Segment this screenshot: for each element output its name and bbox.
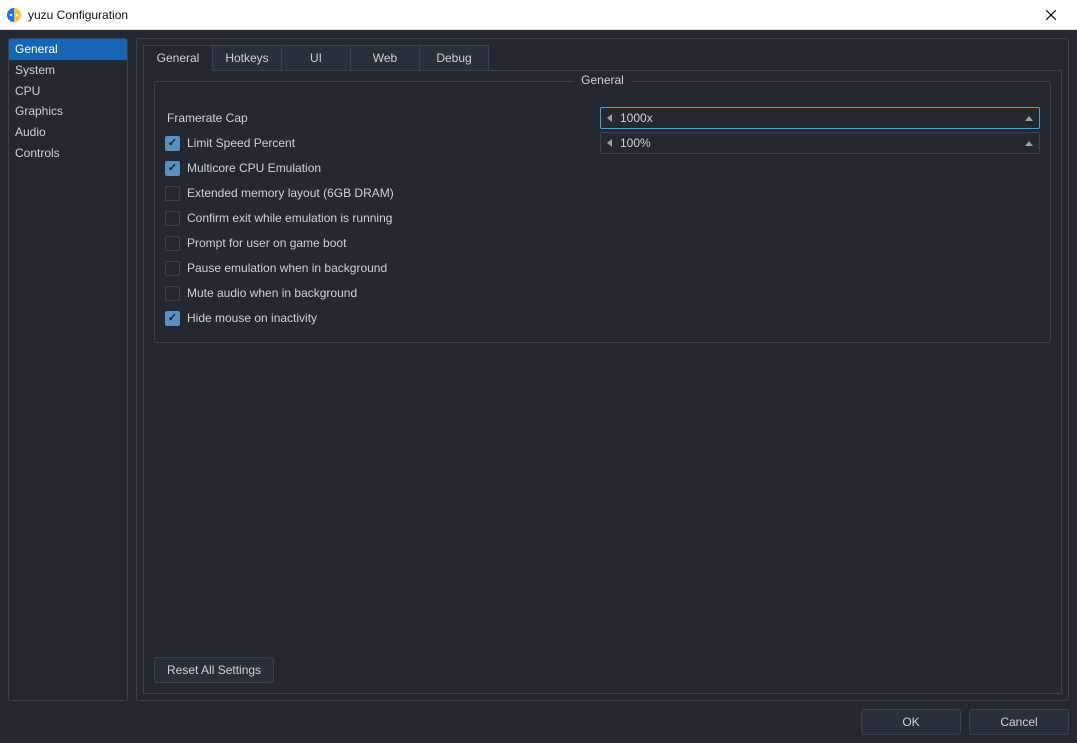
check-icon: ✓ [168,163,177,174]
window-title: yuzu Configuration [28,8,1031,22]
combo-value: 100% [620,136,1025,150]
row-prompt-user: ✓ Prompt for user on game boot [165,232,1040,254]
tab-ui[interactable]: UI [281,45,351,71]
sidebar-item-controls[interactable]: Controls [9,143,127,164]
row-multicore: ✓ Multicore CPU Emulation [165,157,1040,179]
sidebar-item-label: System [15,63,55,77]
sidebar-item-graphics[interactable]: Graphics [9,101,127,122]
panel-bottom: Reset All Settings [154,657,1051,683]
row-pause-bg: ✓ Pause emulation when in background [165,257,1040,279]
row-framerate-cap: Framerate Cap 1000x [165,107,1040,129]
limit-speed-checkbox[interactable]: ✓ [165,136,180,151]
multicore-label[interactable]: Multicore CPU Emulation [187,161,321,175]
framerate-cap-label: Framerate Cap [165,111,248,125]
confirm-exit-checkbox[interactable]: ✓ [165,211,180,226]
row-hide-mouse: ✓ Hide mouse on inactivity [165,307,1040,329]
group-general: General Framerate Cap 1000x [154,81,1051,343]
pause-bg-label[interactable]: Pause emulation when in background [187,261,387,275]
tab-label: General [157,51,200,65]
dialog-buttons: OK Cancel [8,709,1069,735]
combo-value: 1000x [620,111,1025,125]
tabbar: General Hotkeys UI Web Debug [137,39,1068,70]
tab-panel-general: General Framerate Cap 1000x [143,70,1062,694]
config-window: yuzu Configuration General System CPU [0,0,1077,743]
limit-speed-combo[interactable]: 100% [600,132,1040,154]
main-area: General System CPU Graphics Audio Contro… [8,38,1069,701]
mute-bg-checkbox[interactable]: ✓ [165,286,180,301]
sidebar-item-general[interactable]: General [9,39,127,60]
check-icon: ✓ [168,313,177,324]
limit-speed-label[interactable]: Limit Speed Percent [187,136,295,150]
framerate-cap-combo[interactable]: 1000x [600,107,1040,129]
hide-mouse-checkbox[interactable]: ✓ [165,311,180,326]
extmem-label[interactable]: Extended memory layout (6GB DRAM) [187,186,394,200]
close-button[interactable] [1031,1,1071,29]
sidebar-item-audio[interactable]: Audio [9,122,127,143]
chevron-left-icon [607,114,612,122]
tab-general[interactable]: General [143,45,213,71]
row-confirm-exit: ✓ Confirm exit while emulation is runnin… [165,207,1040,229]
close-icon [1046,10,1056,20]
tab-label: Hotkeys [225,51,268,65]
mute-bg-label[interactable]: Mute audio when in background [187,286,357,300]
tab-label: Debug [436,51,471,65]
tab-hotkeys[interactable]: Hotkeys [212,45,282,71]
sidebar-item-label: General [15,42,58,56]
group-title: General [573,73,632,87]
chevron-left-icon [607,139,612,147]
tab-web[interactable]: Web [350,45,420,71]
prompt-user-label[interactable]: Prompt for user on game boot [187,236,346,250]
titlebar: yuzu Configuration [0,0,1077,30]
confirm-exit-label[interactable]: Confirm exit while emulation is running [187,211,392,225]
row-mute-bg: ✓ Mute audio when in background [165,282,1040,304]
pause-bg-checkbox[interactable]: ✓ [165,261,180,276]
app-icon [6,7,22,23]
content-panel: General Hotkeys UI Web Debug [136,38,1069,701]
chevron-up-icon [1025,141,1033,146]
sidebar-item-label: Graphics [15,104,63,118]
tab-label: UI [310,51,322,65]
sidebar: General System CPU Graphics Audio Contro… [8,38,128,701]
ok-button[interactable]: OK [861,709,961,735]
tab-label: Web [373,51,397,65]
reset-all-button[interactable]: Reset All Settings [154,657,274,683]
multicore-checkbox[interactable]: ✓ [165,161,180,176]
hide-mouse-label[interactable]: Hide mouse on inactivity [187,311,317,325]
sidebar-item-label: Controls [15,146,60,160]
sidebar-item-label: Audio [15,125,46,139]
sidebar-item-label: CPU [15,84,40,98]
sidebar-item-cpu[interactable]: CPU [9,81,127,102]
prompt-user-checkbox[interactable]: ✓ [165,236,180,251]
tab-debug[interactable]: Debug [419,45,489,71]
row-limit-speed: ✓ Limit Speed Percent 100% [165,132,1040,154]
row-extmem: ✓ Extended memory layout (6GB DRAM) [165,182,1040,204]
sidebar-item-system[interactable]: System [9,60,127,81]
cancel-button[interactable]: Cancel [969,709,1069,735]
check-icon: ✓ [168,138,177,149]
extmem-checkbox[interactable]: ✓ [165,186,180,201]
chevron-up-icon [1025,116,1033,121]
window-body: General System CPU Graphics Audio Contro… [0,30,1077,743]
